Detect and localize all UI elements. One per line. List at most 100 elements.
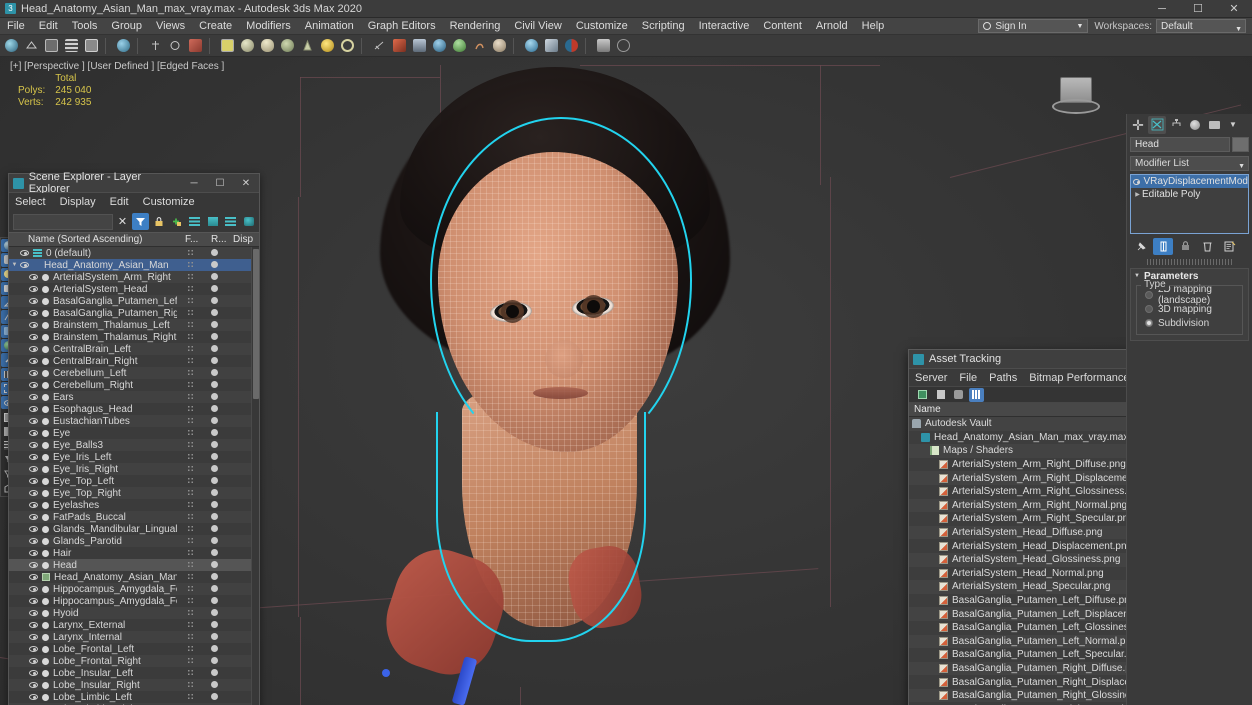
frozen-cell[interactable] [177,548,203,558]
mirror-icon[interactable] [146,36,165,55]
search-input[interactable] [13,213,113,230]
open-icon[interactable] [915,388,930,402]
scene-explorer-tree[interactable]: 0 (default) ▼ Head_Anatomy_Asian_Man Arteri… [9,247,259,705]
menu-item-arnold[interactable]: Arnold [809,18,855,35]
pin-stack-icon[interactable] [1131,238,1151,255]
scene-tree-row[interactable]: Eye_Top_Right [9,487,251,499]
view-cube-compass-ring[interactable] [1052,99,1100,114]
render-cell[interactable] [203,668,225,679]
asset-menu-server[interactable]: Server [915,372,947,384]
scene-tree-row[interactable]: Esophagus_Head [9,403,251,415]
scene-tree-row[interactable]: Eyelashes [9,499,251,511]
sign-in-button[interactable]: Sign In ▼ [978,19,1089,33]
layers-icon[interactable] [62,36,81,55]
make-unique-icon[interactable] [1175,238,1195,255]
frozen-cell[interactable] [177,332,203,342]
menu-item-interactive[interactable]: Interactive [692,18,757,35]
frozen-cell[interactable] [177,584,203,594]
menu-item-graph-editors[interactable]: Graph Editors [361,18,443,35]
lock-icon[interactable] [150,213,167,230]
visibility-eye-icon[interactable] [29,538,38,544]
render-cell[interactable] [203,548,225,559]
render-cell[interactable] [203,320,225,331]
render-cell[interactable] [203,452,225,463]
frozen-cell[interactable] [177,560,203,570]
cone-icon[interactable] [298,36,317,55]
menu-item-views[interactable]: Views [149,18,192,35]
frozen-cell[interactable] [177,320,203,330]
column-render[interactable]: R... [211,234,233,245]
frozen-cell[interactable] [177,596,203,606]
menu-item-group[interactable]: Group [104,18,149,35]
frozen-cell[interactable] [177,452,203,462]
cylinder-primitive-icon[interactable] [258,36,277,55]
visibility-eye-icon[interactable] [29,682,38,688]
render-cell[interactable] [203,512,225,523]
visibility-eye-icon[interactable] [29,526,38,532]
render-cell[interactable] [203,680,225,691]
render-cell[interactable] [203,428,225,439]
scene-tree-row[interactable]: ArterialSystem_Arm_Right [9,271,251,283]
render-cell[interactable] [203,632,225,643]
visibility-eye-icon[interactable] [29,406,38,412]
scene-tree-row[interactable]: Larynx_External [9,619,251,631]
frozen-cell[interactable] [177,656,203,666]
menu-item-scripting[interactable]: Scripting [635,18,692,35]
modifier-stack-item-editable-poly[interactable]: ▶ Editable Poly [1131,188,1248,201]
render-frame-icon[interactable] [522,36,541,55]
render-cell[interactable] [203,356,225,367]
scene-tree-row[interactable]: 0 (default) [9,247,251,259]
grid-view-icon[interactable] [969,387,984,402]
head-anatomy-model[interactable] [290,57,930,705]
maximize-button[interactable]: ☐ [1180,0,1216,18]
render-production-icon[interactable] [542,36,561,55]
render-cell[interactable] [203,608,225,619]
statistics-icon[interactable] [594,36,613,55]
visibility-eye-icon[interactable] [29,358,38,364]
render-cell[interactable] [203,620,225,631]
perspective-viewport[interactable]: [+] [Perspective ] [User Defined ] [Edge… [0,57,1252,705]
view-cube[interactable] [1048,75,1104,123]
scene-tree-row[interactable]: BasalGanglia_Putamen_Left [9,295,251,307]
visibility-eye-icon[interactable] [29,346,38,352]
new-layer-icon[interactable] [204,213,221,230]
workspace-dropdown[interactable]: Default ▼ [1156,19,1246,33]
scene-tree-row[interactable]: Head_Anatomy_Asian_Man [9,571,251,583]
scene-menu-display[interactable]: Display [60,196,96,208]
scene-tree-row[interactable]: Head [9,559,251,571]
scene-explorer-minimize-button[interactable]: ─ [181,174,207,193]
menu-item-rendering[interactable]: Rendering [443,18,508,35]
hierarchy-tab[interactable] [1167,116,1185,134]
visibility-eye-icon[interactable] [20,250,29,256]
frozen-cell[interactable] [177,392,203,402]
frozen-cell[interactable] [177,380,203,390]
scene-tree-row[interactable]: Brainstem_Thalamus_Left [9,319,251,331]
visibility-eye-icon[interactable] [29,598,38,604]
frozen-cell[interactable] [177,416,203,426]
column-name[interactable]: Name (Sorted Ascending) [12,234,185,245]
align-icon[interactable] [166,36,185,55]
radio-subdivision[interactable]: Subdivision [1137,316,1242,330]
frozen-cell[interactable] [177,344,203,354]
render-cell[interactable] [203,464,225,475]
minimize-button[interactable]: ─ [1144,0,1180,18]
scene-tree-row[interactable]: Hair [9,547,251,559]
visibility-eye-icon[interactable] [29,634,38,640]
render-iterative-icon[interactable] [562,36,581,55]
scene-explorer-window[interactable]: Scene Explorer - Layer Explorer ─ ☐ ✕ Se… [8,171,260,705]
visibility-eye-icon[interactable] [20,262,29,268]
cloth-icon[interactable] [490,36,509,55]
scene-tree-row[interactable]: Larynx_Internal [9,631,251,643]
scene-explorer-maximize-button[interactable]: ☐ [207,174,233,193]
visibility-eye-icon[interactable] [29,430,38,436]
scene-tree-row[interactable]: ▼ Head_Anatomy_Asian_Man [9,259,251,271]
render-cell[interactable] [203,644,225,655]
render-cell[interactable] [203,404,225,415]
render-cell[interactable] [203,536,225,547]
visibility-eye-icon[interactable] [29,442,38,448]
ring-icon[interactable] [338,36,357,55]
radio-button[interactable] [1145,305,1153,313]
clear-search-icon[interactable]: ✕ [114,213,131,230]
visibility-eye-icon[interactable] [29,274,38,280]
render-cell[interactable] [203,296,225,307]
